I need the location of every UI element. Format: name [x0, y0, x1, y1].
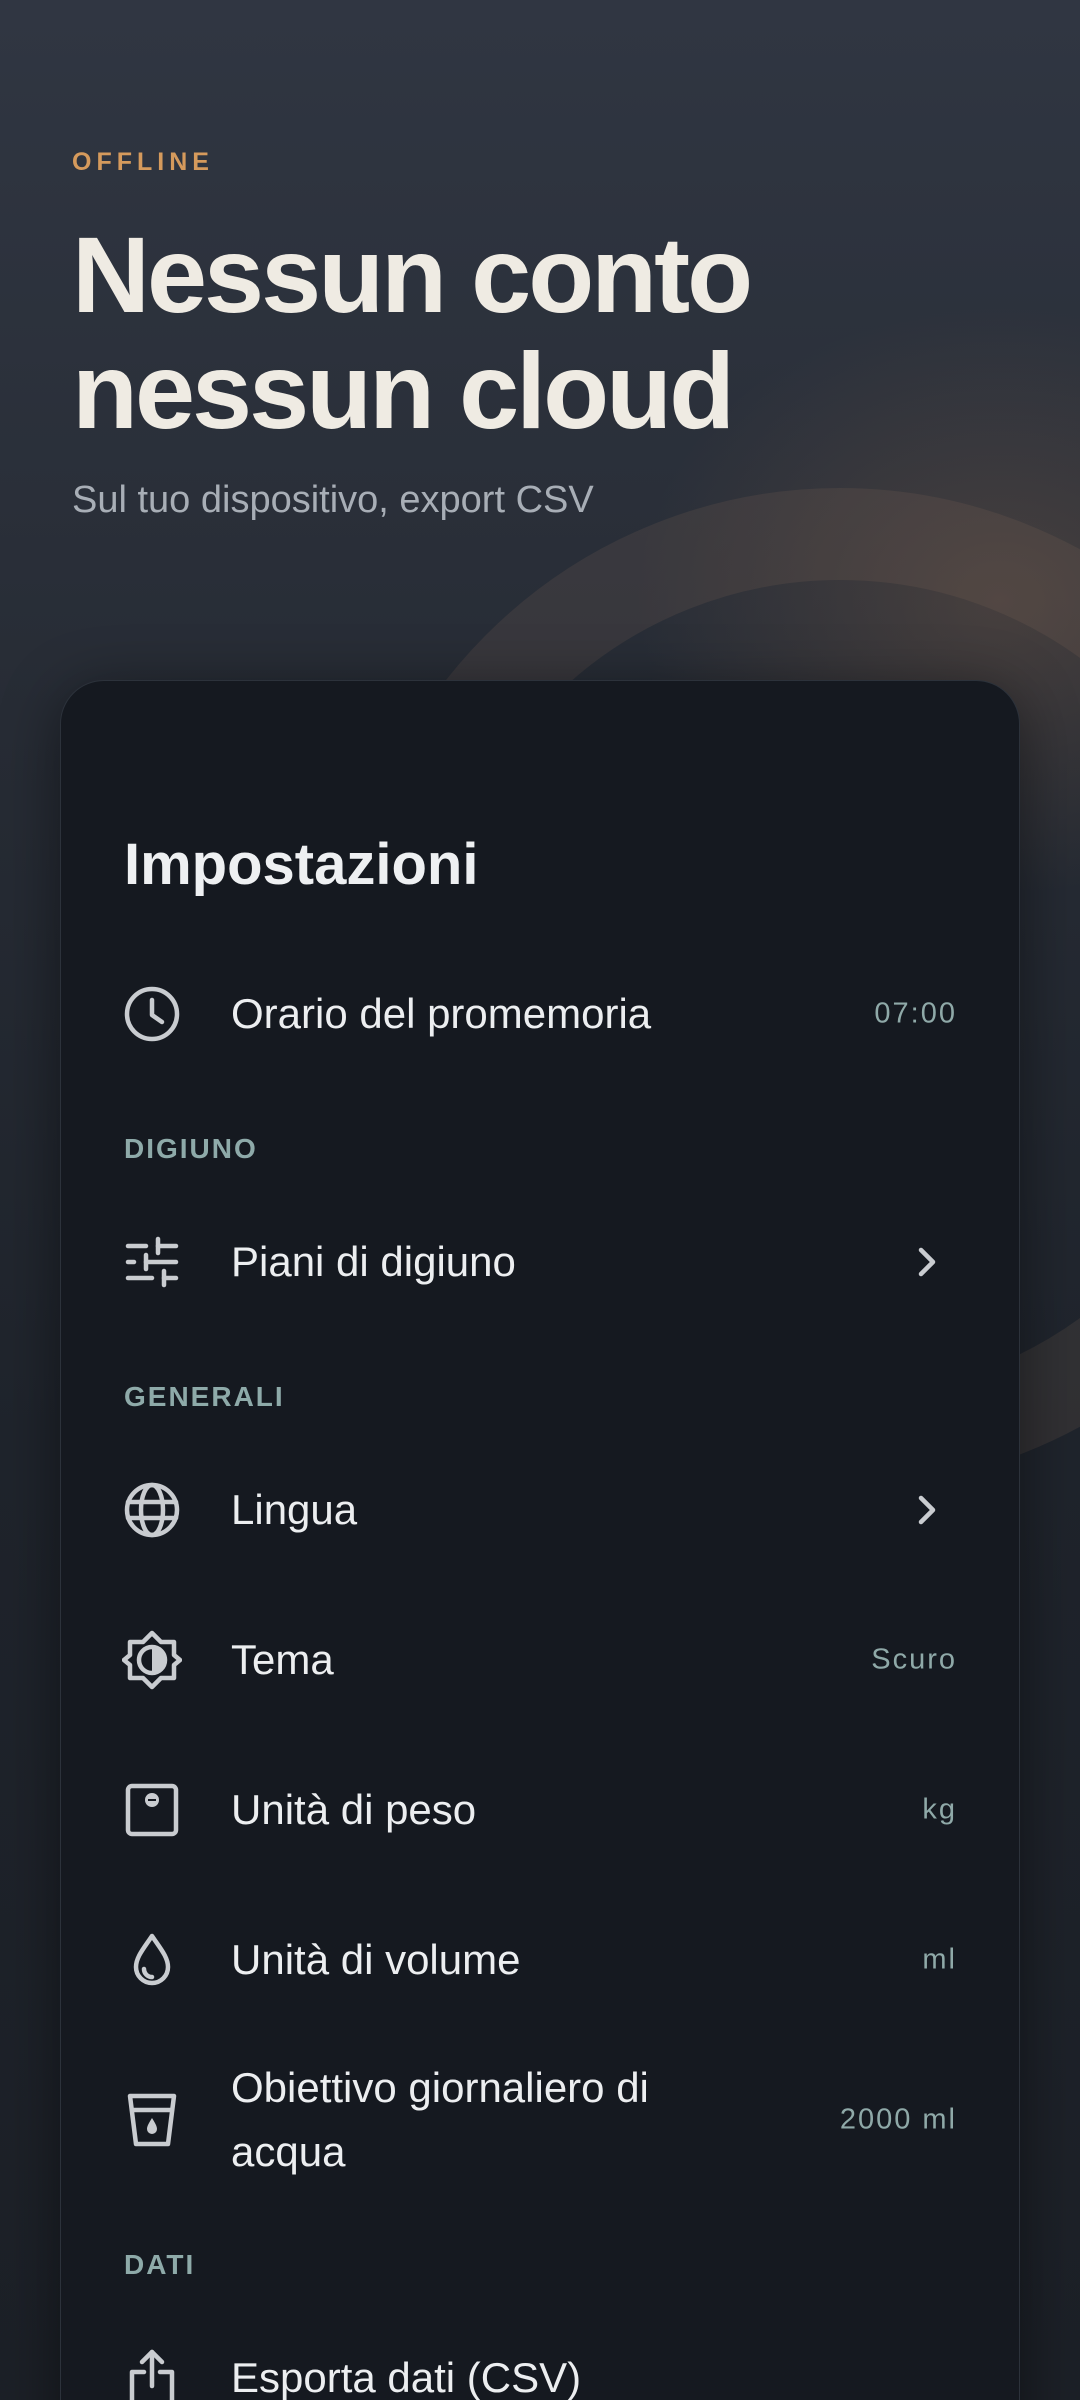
chevron-right-icon — [907, 1490, 947, 1530]
globe-icon — [122, 1480, 182, 1540]
water-glass-icon — [122, 2090, 182, 2150]
scale-icon — [122, 1780, 182, 1840]
chevron-right-icon — [907, 1242, 947, 1282]
settings-card: Impostazioni Orario del promemoria 07:00… — [60, 680, 1020, 2400]
section-general: GENERALI — [124, 1381, 285, 1412]
section-data: DATI — [124, 2249, 196, 2280]
water-drop-icon — [122, 1930, 182, 1990]
fasting-plans-row[interactable]: Piani di digiuno — [61, 1197, 1019, 1327]
sliders-icon — [122, 1232, 182, 1292]
theme-row[interactable]: Tema Scuro — [61, 1595, 1019, 1725]
page: OFFLINE Nessun conto nessun cloud Sul tuo… — [0, 0, 1080, 2400]
volume-unit-label: Unità di volume — [231, 1936, 521, 1983]
reminder-time-row[interactable]: Orario del promemoria 07:00 — [61, 949, 1019, 1079]
offline-eyebrow: OFFLINE — [72, 148, 214, 176]
export-csv-label: Esporta dati (CSV) — [231, 2354, 582, 2400]
hero-title-line2: nessun cloud — [72, 330, 735, 451]
volume-unit-row[interactable]: Unità di volume ml — [61, 1895, 1019, 2025]
volume-unit-value: ml — [922, 1943, 957, 1976]
hero-title-line1: Nessun conto — [72, 214, 753, 335]
reminder-time-label: Orario del promemoria — [231, 990, 652, 1037]
fasting-plans-label: Piani di digiuno — [231, 1238, 516, 1285]
hero: OFFLINE Nessun conto nessun cloud Sul tuo… — [72, 148, 1012, 522]
share-icon — [122, 2348, 182, 2400]
brightness-icon — [122, 1630, 182, 1690]
reminder-time-value: 07:00 — [874, 997, 957, 1030]
water-goal-row[interactable]: Obiettivo giornaliero di acqua 2000 ml — [61, 2043, 1019, 2197]
settings-title: Impostazioni — [124, 832, 479, 897]
hero-subtitle: Sul tuo dispositivo, export CSV — [72, 479, 594, 521]
export-csv-row[interactable]: Esporta dati (CSV) — [61, 2313, 1019, 2400]
water-goal-label: Obiettivo giornaliero di acqua — [231, 2064, 649, 2175]
theme-value: Scuro — [871, 1643, 957, 1676]
language-row[interactable]: Lingua — [61, 1445, 1019, 1575]
theme-label: Tema — [231, 1636, 334, 1683]
section-fasting: DIGIUNO — [124, 1133, 258, 1164]
water-goal-value: 2000 ml — [839, 2103, 957, 2136]
weight-unit-label: Unità di peso — [231, 1786, 477, 1833]
language-label: Lingua — [231, 1486, 358, 1533]
hero-title: Nessun conto nessun cloud — [72, 217, 1012, 449]
weight-unit-value: kg — [922, 1793, 957, 1826]
clock-icon — [122, 984, 182, 1044]
weight-unit-row[interactable]: Unità di peso kg — [61, 1745, 1019, 1875]
